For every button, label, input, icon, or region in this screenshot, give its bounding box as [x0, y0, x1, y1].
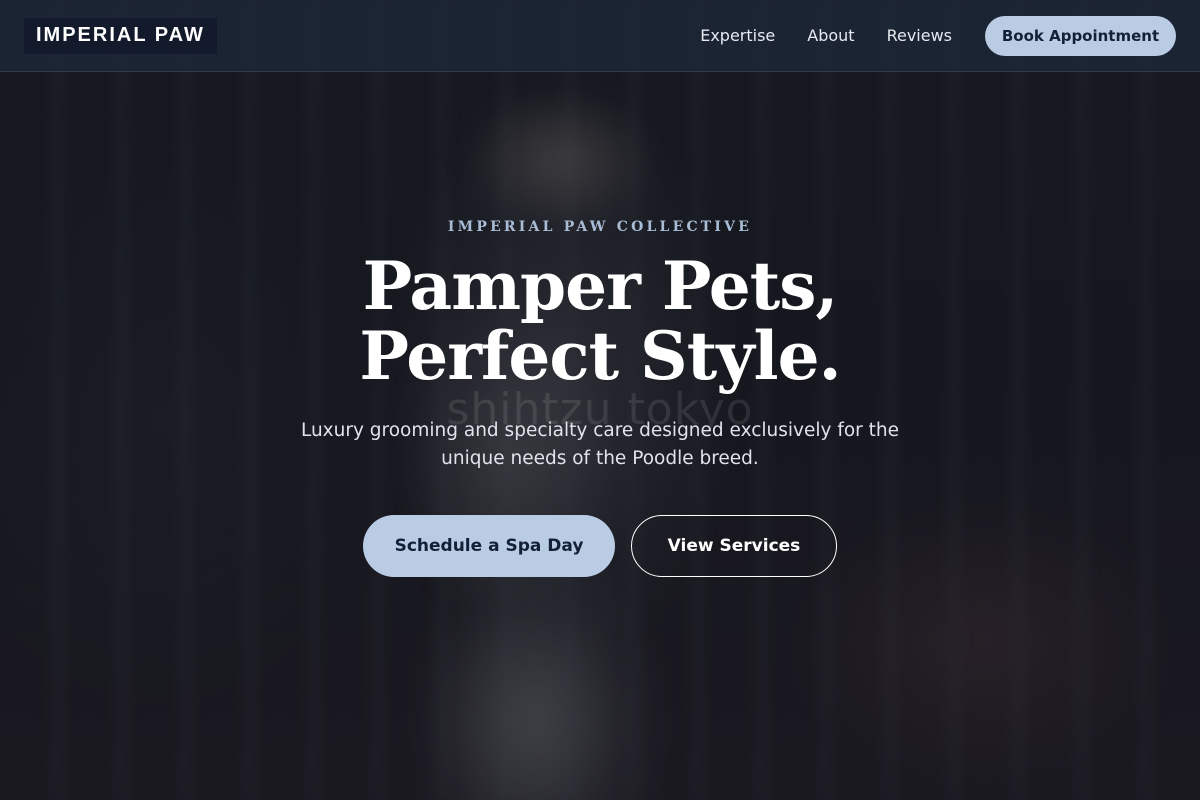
hero-eyebrow: IMPERIAL PAW COLLECTIVE: [447, 219, 753, 235]
nav-link-about[interactable]: About: [807, 26, 854, 45]
book-appointment-button[interactable]: Book Appointment: [985, 15, 1176, 56]
hero-cta-row: Schedule a Spa Day View Services: [363, 515, 837, 577]
schedule-spa-day-button[interactable]: Schedule a Spa Day: [363, 515, 615, 577]
hero-subtext: Luxury grooming and specialty care desig…: [300, 420, 900, 469]
hero-headline-line-2: Perfect Style.: [359, 317, 841, 395]
nav-links: Expertise About Reviews: [700, 26, 952, 45]
brand-logo[interactable]: IMPERIAL PAW: [24, 17, 217, 54]
hero-headline-line-1: Pamper Pets,: [362, 247, 839, 325]
view-services-button[interactable]: View Services: [631, 515, 837, 577]
navbar: IMPERIAL PAW Expertise About Reviews Boo…: [0, 0, 1200, 72]
nav-link-expertise[interactable]: Expertise: [700, 26, 775, 45]
nav-link-reviews[interactable]: Reviews: [887, 26, 952, 45]
hero-headline: Pamper Pets, Perfect Style.: [359, 247, 841, 395]
hero-section: IMPERIAL PAW COLLECTIVE Pamper Pets, Per…: [0, 72, 1200, 577]
